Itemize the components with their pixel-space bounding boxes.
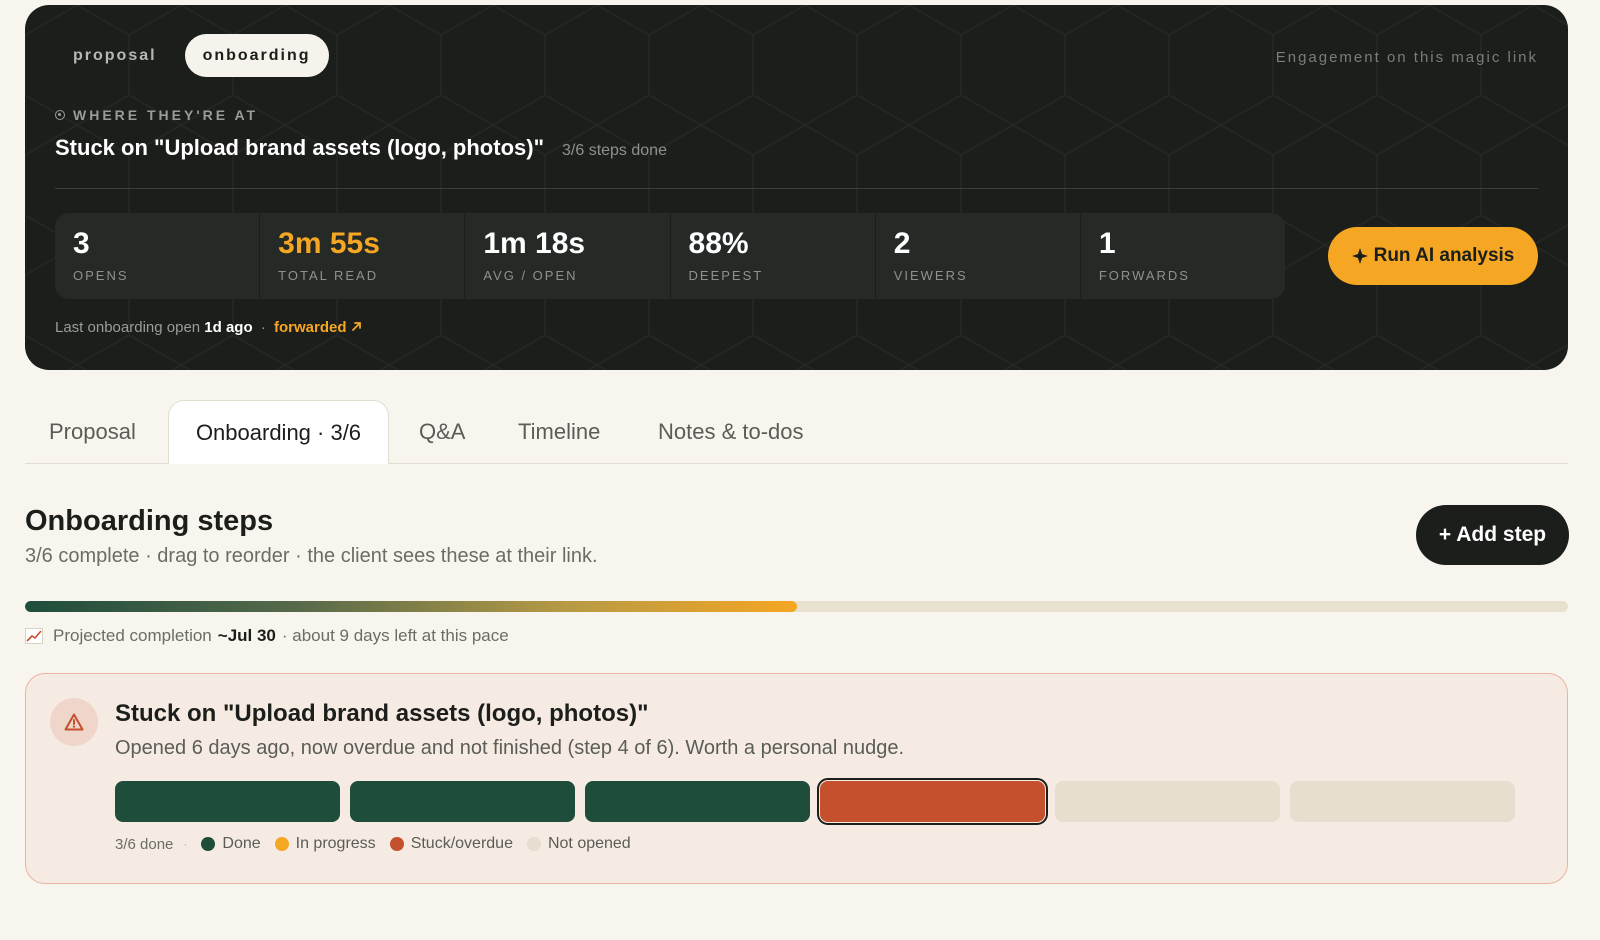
stuck-step-title: Stuck on "Upload brand assets (logo, pho…: [55, 135, 544, 160]
hero-divider: [55, 188, 1538, 189]
stat-label: VIEWERS: [893, 268, 968, 283]
legend-not-opened: Not opened: [526, 835, 631, 853]
tab-onboarding[interactable]: Onboarding · 3/6: [168, 400, 389, 464]
stat-total-read: 3m 55s TOTAL READ: [260, 213, 466, 299]
onboarding-progress-bar: [25, 601, 1568, 612]
legend-label: Not opened: [547, 835, 631, 852]
stat-value: 88%: [688, 227, 749, 260]
stat-value: 3: [73, 227, 90, 260]
step-segment-1: [115, 781, 340, 822]
projected-suffix: · about 9 days left at this pace: [281, 626, 509, 645]
alert-title: Stuck on "Upload brand assets (logo, pho…: [115, 700, 649, 727]
steps-done-count: 3/6 steps done: [562, 142, 667, 159]
tab-timeline[interactable]: Timeline: [518, 400, 600, 464]
projected-completion: Projected completion ~Jul 30 · about 9 d…: [25, 626, 509, 646]
last-open-prefix: Last onboarding open: [55, 319, 201, 336]
projected-prefix: Projected completion: [53, 626, 212, 645]
legend-swatch: [274, 837, 289, 851]
stat-label: TOTAL READ: [278, 268, 379, 283]
stat-avg-open: 1m 18s AVG / OPEN: [465, 213, 671, 299]
run-ai-label: Run AI analysis: [1373, 245, 1515, 266]
last-open-info: Last onboarding open 1d ago · forwarded: [55, 319, 362, 336]
alert-description: Opened 6 days ago, now overdue and not f…: [115, 737, 905, 759]
tab-notes-todos[interactable]: Notes & to-dos: [658, 400, 804, 464]
projected-date: ~Jul 30: [217, 626, 276, 645]
stat-value: 2: [893, 227, 911, 260]
add-step-button[interactable]: + Add step: [1416, 505, 1569, 565]
segment-proposal[interactable]: proposal: [55, 34, 175, 77]
legend-swatch: [201, 837, 216, 851]
tab-proposal[interactable]: Proposal: [49, 400, 136, 464]
separator: ·: [260, 319, 266, 336]
last-open-time: 1d ago: [204, 319, 253, 336]
warning-icon: [50, 698, 98, 746]
forwarded-link[interactable]: forwarded: [274, 319, 362, 336]
legend-label: Done: [222, 835, 261, 852]
step-status-segments: [115, 778, 1515, 825]
engagement-hero-card: proposal onboarding Engagement on this m…: [25, 5, 1568, 370]
sparkle-icon: [1351, 248, 1368, 264]
step-segment-5: [1055, 781, 1280, 822]
legend-label: Stuck/overdue: [410, 835, 513, 852]
stat-value: 1m 18s: [483, 227, 586, 260]
stat-viewers: 2 VIEWERS: [876, 213, 1081, 299]
stat-value: 1: [1098, 227, 1116, 260]
legend-swatch: [526, 837, 541, 851]
onboarding-steps-subtitle: 3/6 complete · drag to reorder · the cli…: [25, 545, 598, 567]
forwarded-label: forwarded: [273, 319, 347, 336]
status-legend: 3/6 done · Done In progress Stuck/overdu…: [115, 835, 631, 853]
step-segment-4: [817, 778, 1048, 825]
stat-label: DEEPEST: [688, 268, 764, 283]
where-theyre-at-label: WHERE THEY'RE AT: [55, 107, 258, 123]
legend-swatch: [389, 837, 404, 851]
stat-opens: 3 OPENS: [55, 213, 261, 299]
step-segment-6: [1290, 781, 1515, 822]
step-segment-3: [585, 781, 810, 822]
stat-forwards: 1 FORWARDS: [1081, 213, 1285, 299]
stat-label: OPENS: [73, 268, 129, 283]
engagement-stats: 3 OPENS 3m 55s TOTAL READ 1m 18s AVG / O…: [55, 213, 1285, 299]
stuck-step-alert: Stuck on "Upload brand assets (logo, pho…: [25, 673, 1568, 884]
separator: ·: [183, 837, 188, 851]
done-count: 3/6 done: [115, 835, 174, 853]
step-segment-2: [350, 781, 575, 822]
run-ai-analysis-button[interactable]: Run AI analysis: [1328, 227, 1538, 285]
arrow-up-right-icon: [351, 322, 361, 331]
legend-stuck: Stuck/overdue: [389, 835, 513, 853]
detail-tabs: Proposal Onboarding · 3/6 Q&A Timeline N…: [25, 400, 1568, 464]
stat-label: FORWARDS: [1098, 268, 1190, 283]
legend-in-progress: In progress: [274, 835, 376, 853]
engagement-caption: Engagement on this magic link: [1275, 49, 1538, 66]
stat-label: AVG / OPEN: [483, 268, 578, 283]
stat-value: 3m 55s: [278, 227, 380, 260]
stat-deepest: 88% DEEPEST: [671, 213, 876, 299]
legend-done: Done: [201, 835, 261, 853]
legend-label: In progress: [295, 835, 376, 852]
document-segment-toggle: proposal onboarding: [55, 34, 329, 77]
segment-onboarding[interactable]: onboarding: [184, 34, 329, 77]
chart-trend-icon: [25, 628, 43, 644]
where-label-text: WHERE THEY'RE AT: [73, 107, 259, 123]
current-status: Stuck on "Upload brand assets (logo, pho…: [55, 135, 667, 161]
onboarding-steps-title: Onboarding steps: [25, 505, 274, 537]
tab-qa[interactable]: Q&A: [419, 400, 465, 464]
onboarding-progress-fill: [25, 601, 797, 612]
target-icon: [55, 110, 65, 120]
